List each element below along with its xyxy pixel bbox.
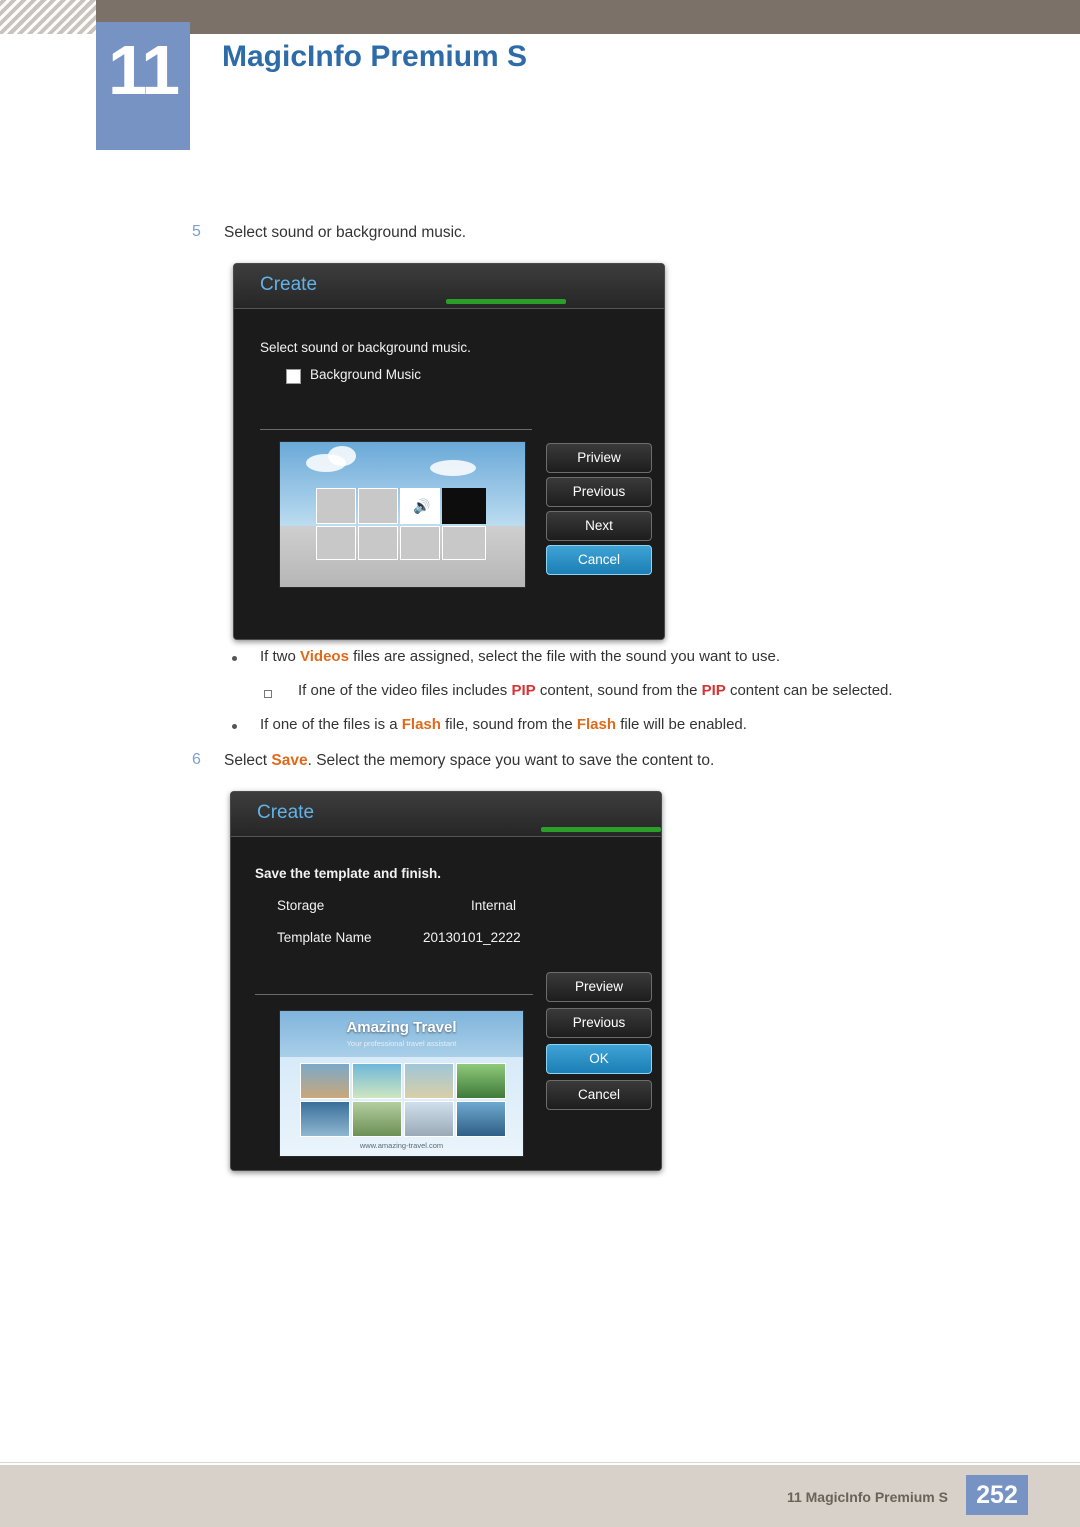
layout-cell — [400, 526, 440, 560]
background-music-label: Background Music — [310, 367, 422, 382]
dialog-body: Save the template and finish. Storage In… — [231, 837, 661, 1170]
cancel-button[interactable]: Cancel — [546, 1080, 652, 1110]
note-3-part-c: file, sound from the — [440, 716, 577, 733]
note-2-part-c: content, sound from the — [535, 682, 702, 699]
bullet-square — [264, 690, 272, 698]
note-2: If one of the video files includes PIP c… — [298, 682, 893, 699]
layout-cell — [316, 526, 356, 560]
storage-field-label: Storage — [277, 898, 325, 913]
layout-cell — [442, 526, 486, 560]
note-3-part-e: file will be enabled. — [616, 716, 747, 733]
note-2-part-a: If one of the video files includes — [298, 682, 512, 699]
thumbnail-photo — [352, 1063, 402, 1099]
footer-divider — [0, 1462, 1080, 1463]
note-2-keyword-pip-2: PIP — [701, 682, 726, 699]
step-6-number: 6 — [192, 751, 201, 768]
thumbnail-photo — [456, 1063, 506, 1099]
thumbnail-title: Amazing Travel — [346, 1019, 457, 1036]
dialog-divider — [260, 429, 532, 430]
background-music-checkbox[interactable] — [286, 369, 301, 384]
dialog-body: Select sound or background music. Backgr… — [234, 309, 664, 639]
step-6-keyword-save: Save — [271, 752, 308, 769]
previous-button[interactable]: Previous — [546, 1008, 652, 1038]
step-5-text: Select sound or background music. — [224, 224, 467, 241]
create-save-dialog: Create Save the template and finish. Sto… — [230, 791, 662, 1171]
layout-cell — [316, 488, 356, 524]
note-1: If two Videos files are assigned, select… — [260, 648, 780, 665]
note-2-part-e: content can be selected. — [725, 682, 893, 699]
layout-cell — [358, 526, 398, 560]
template-thumbnail: Amazing Travel Your professional travel … — [279, 1010, 524, 1157]
bullet-dot — [232, 656, 237, 661]
layout-preview-image: 🔊 — [279, 441, 526, 588]
dialog-title: Create — [260, 274, 318, 295]
header-hatch-decoration — [0, 0, 96, 34]
note-3: If one of the files is a Flash file, sou… — [260, 716, 747, 733]
create-sound-dialog: Create Select sound or background music.… — [233, 263, 665, 640]
bullet-dot — [232, 724, 237, 729]
cancel-button[interactable]: Cancel — [546, 545, 652, 575]
dialog-instruction: Select sound or background music. — [260, 340, 471, 355]
layout-cell-video — [442, 488, 486, 524]
storage-field-value[interactable]: Internal — [471, 898, 516, 913]
preview-button[interactable]: Preview — [546, 972, 652, 1002]
dialog-title: Create — [257, 802, 315, 823]
note-3-keyword-flash-2: Flash — [576, 716, 617, 733]
step-6-part-post: . Select the memory space you want to sa… — [307, 752, 715, 769]
thumbnail-photo — [300, 1101, 350, 1137]
note-2-keyword-pip-1: PIP — [511, 682, 536, 699]
page-number: 252 — [966, 1475, 1028, 1515]
thumbnail-footer-url: www.amazing-travel.com — [359, 1141, 444, 1150]
next-button[interactable]: Next — [546, 511, 652, 541]
ok-button[interactable]: OK — [546, 1044, 652, 1074]
step-6-text: Select Save. Select the memory space you… — [224, 752, 714, 770]
chapter-number-badge: 11 — [96, 22, 190, 150]
dialog-titlebar: Create — [231, 792, 661, 837]
thumbnail-photo — [456, 1101, 506, 1137]
thumbnail-photo — [352, 1101, 402, 1137]
previous-button[interactable]: Previous — [546, 477, 652, 507]
dialog-titlebar: Create — [234, 264, 664, 309]
speaker-icon: 🔊 — [413, 498, 431, 514]
thumbnail-photo — [404, 1101, 454, 1137]
cloud-shape — [430, 460, 476, 476]
thumbnail-photo — [404, 1063, 454, 1099]
note-3-keyword-flash-1: Flash — [401, 716, 441, 733]
note-1-part-a: If two — [260, 648, 301, 665]
thumbnail-photo — [300, 1063, 350, 1099]
page-title: MagicInfo Premium S — [222, 40, 528, 73]
template-name-field-label: Template Name — [277, 930, 372, 945]
template-name-field-value[interactable]: 20130101_2222 — [423, 930, 521, 945]
step-6-part-pre: Select — [224, 752, 272, 769]
progress-indicator — [541, 827, 661, 832]
footer-chapter-label: 11 MagicInfo Premium S — [786, 1489, 948, 1505]
dialog-divider — [255, 994, 533, 995]
cloud-shape — [328, 446, 356, 466]
note-1-part-c: files are assigned, select the file with… — [348, 648, 781, 665]
note-3-part-a: If one of the files is a — [260, 716, 402, 733]
thumbnail-subtitle: Your professional travel assistant — [346, 1039, 457, 1048]
step-5-number: 5 — [192, 223, 201, 240]
dialog-instruction: Save the template and finish. — [255, 866, 442, 881]
preview-button[interactable]: Priview — [546, 443, 652, 473]
layout-cell-sound: 🔊 — [400, 488, 440, 524]
note-1-keyword-videos: Videos — [300, 648, 349, 665]
progress-indicator — [446, 299, 566, 304]
layout-cell — [358, 488, 398, 524]
